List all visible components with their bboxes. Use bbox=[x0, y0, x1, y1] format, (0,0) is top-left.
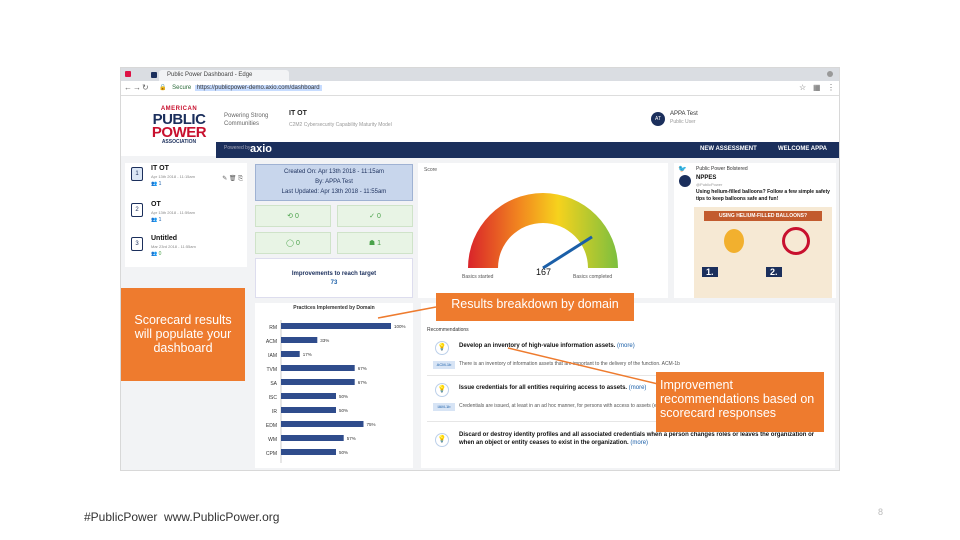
callout-connectors bbox=[377, 306, 659, 385]
breakdown-callout: Results breakdown by domain bbox=[436, 293, 634, 321]
scorecard-callout: Scorecard results will populate your das… bbox=[121, 288, 245, 381]
footer-hashtag: #PublicPower bbox=[84, 510, 158, 524]
footer: #PublicPower www.PublicPower.org bbox=[84, 510, 279, 524]
footer-site[interactable]: www.PublicPower.org bbox=[164, 510, 279, 524]
breakdown-callout-text: Results breakdown by domain bbox=[451, 297, 619, 311]
improvement-connector bbox=[507, 347, 659, 385]
breakdown-connector bbox=[377, 306, 437, 319]
improvement-callout: Improvement recommendations based on sco… bbox=[656, 372, 824, 432]
improvement-callout-text: Improvement recommendations based on sco… bbox=[660, 378, 815, 420]
scorecard-callout-text: Scorecard results will populate your das… bbox=[134, 313, 232, 355]
page-number: 8 bbox=[878, 507, 884, 517]
